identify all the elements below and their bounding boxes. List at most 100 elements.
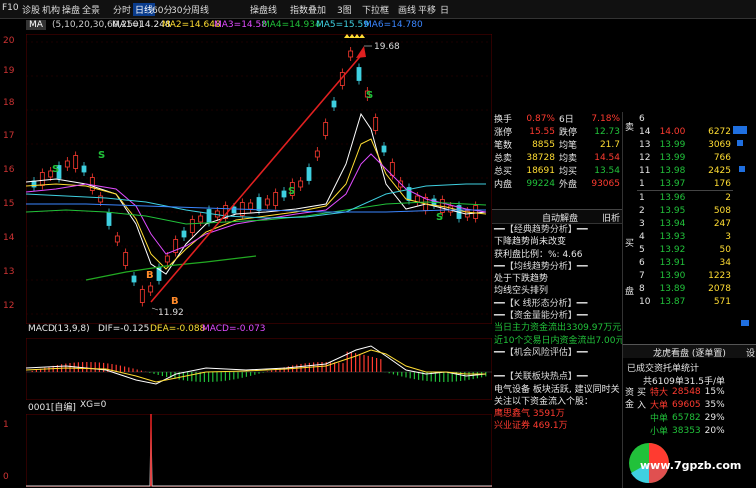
price-tick: 12 (3, 301, 15, 311)
ob-index: 2 (639, 205, 645, 216)
ob-volume: 50 (719, 244, 731, 255)
orderbook-row[interactable]: 14 14.00 6272 (637, 125, 733, 138)
tool-panorama[interactable]: 全景 (82, 3, 100, 16)
candle (81, 165, 87, 173)
orderbook-row[interactable]: 12 13.99 766 (637, 151, 733, 164)
stats-row: 内盘 99224 外盘 93065 (492, 177, 622, 191)
orderbook-row[interactable]: 1 13.96 2 (637, 191, 733, 205)
orderbook-row[interactable]: 3 13.94 247 (637, 217, 733, 230)
dragon-label: 特大 (650, 388, 669, 398)
ma-bar: MA (5,10,20,30,60,250) MA1=14.248 MA2=14… (26, 20, 496, 34)
ob-volume: 6272 (708, 126, 731, 137)
dragon-row: 入大单 69605 35% (635, 398, 727, 412)
ob-price: 13.87 (659, 296, 686, 307)
tab-intraday[interactable]: 分时 (113, 3, 131, 16)
ob-price: 13.97 (659, 178, 686, 189)
ob-volume-bar (733, 126, 747, 134)
stats-row: 总卖 38728 均卖 14.54 (492, 151, 622, 165)
auto-analysis-title[interactable]: 自动解盘 (542, 211, 578, 224)
tab-60min[interactable]: 60分 (152, 3, 172, 16)
tool-operate-line[interactable]: 操盘线 (250, 3, 277, 16)
tool-institution[interactable]: 机构 (42, 3, 60, 16)
macd-header: MACD (13,9,8) DIF=-0.125 DEA=-0.088 MACD… (26, 324, 492, 338)
orderbook-row[interactable]: 1 13.97 176 (637, 177, 733, 191)
macd-title[interactable]: MACD (28, 324, 55, 334)
orderbook-panel: 卖 买 盘 6 14 14.00 6272 13 13.99 3069 12 13.99 7… (622, 112, 756, 344)
dragon-side (635, 424, 648, 437)
indicator-title[interactable]: 0001[自编] (28, 400, 76, 413)
tool-dropdown[interactable]: 下拉框 (362, 3, 389, 16)
dragon-volume: 65782 (672, 412, 701, 423)
orderbook-row[interactable]: 6 (637, 112, 733, 125)
orderbook-row[interactable]: 5 13.92 50 (637, 243, 733, 256)
candle (473, 205, 479, 219)
orderbook-row[interactable]: 8 13.89 2078 (637, 282, 733, 295)
tool-f10[interactable]: F10 (2, 3, 19, 13)
candle (298, 180, 304, 188)
low-label: 11.92 (158, 308, 184, 318)
dragon-percent: 15% (704, 386, 725, 397)
ob-price: 13.92 (659, 244, 686, 255)
ob-index: 6 (639, 113, 645, 124)
ma-selector[interactable]: MA (26, 20, 46, 30)
ob-volume-bar (741, 320, 749, 326)
stats-row: 换手 0.87% 6日 7.18% (492, 112, 622, 126)
orderbook-row[interactable]: 10 13.87 571 (637, 295, 733, 308)
tool-draw[interactable]: 画线 (398, 3, 416, 16)
stats-label: 均卖 (558, 154, 577, 164)
candle (264, 198, 270, 206)
orderbook-row[interactable]: 11 13.98 2425 (637, 164, 733, 177)
dragon-title[interactable]: 龙虎看盘 (逐单置) (653, 346, 726, 359)
tool-pan[interactable]: 平移 (418, 3, 436, 16)
tool-3charts[interactable]: 3图 (337, 3, 352, 16)
section-title: ━━【经典趋势分析】━━ (494, 225, 588, 235)
orderbook-row[interactable]: 6 13.91 34 (637, 256, 733, 269)
price-tick: 19 (3, 66, 15, 76)
stats-label: 总卖 (494, 154, 513, 164)
candle (273, 192, 279, 206)
sell-signal: S (52, 164, 59, 175)
tab-weekly[interactable]: 周线 (191, 3, 209, 16)
auto-analysis-tab[interactable]: 旧析 (602, 211, 620, 224)
stats-panel: 换手 0.87% 6日 7.18% 涨停 15.55 跌停 12.73 笔数 8855 均笔 21… (492, 112, 622, 209)
orderbook-row[interactable]: 2 13.95 508 (637, 204, 733, 217)
dragon-table: 买特大 28548 15% 入大单 69605 35% 中单 65782 29% 小单 383… (635, 385, 727, 438)
stats-value: 8855 (532, 139, 555, 150)
ob-index: 5 (639, 244, 645, 255)
candle (256, 197, 262, 211)
stats-value: 15.55 (529, 126, 555, 137)
ob-volume: 766 (713, 152, 731, 163)
stats-label: 跌停 (558, 128, 577, 138)
dragon-percent: 35% (704, 399, 725, 410)
ob-index: 8 (639, 283, 645, 294)
ob-price: 13.95 (659, 205, 686, 216)
macd-dea: DEA=-0.088 (150, 324, 206, 334)
candle (114, 235, 120, 243)
top-toolbar: F10 诊股 机构 操盘 全景 分时 日线 60分 30分 周线 操盘线 指数叠… (0, 0, 756, 19)
kline-chart[interactable]: 19.68 11.92 S S S S S B B (26, 34, 492, 324)
indicator-chart[interactable] (26, 414, 492, 487)
macd-dif: DIF=-0.125 (98, 324, 150, 334)
tool-index-overlay[interactable]: 指数叠加 (290, 3, 326, 16)
candle (39, 172, 45, 186)
tab-30min[interactable]: 30分 (171, 3, 191, 16)
ob-volume (697, 112, 733, 125)
stats-label: 均买 (558, 167, 577, 177)
orderbook-row[interactable]: 4 13.93 3 (637, 230, 733, 243)
orderbook-row[interactable]: 13 13.99 3069 (637, 138, 733, 151)
tool-operate[interactable]: 操盘 (62, 3, 80, 16)
stats-value: 7.18% (591, 113, 620, 124)
tool-day[interactable]: 日 (440, 3, 449, 16)
stats-label: 6日 (558, 115, 574, 125)
price-tick: 13 (3, 267, 15, 277)
dragon-subtitle: 已成交资托单统计 (627, 364, 700, 374)
ob-index: 1 (639, 192, 645, 203)
dragon-tab[interactable]: 设 (746, 346, 755, 359)
tool-diagnose[interactable]: 诊股 (22, 3, 40, 16)
analysis-text: 下降趋势尚未改变 (494, 237, 567, 248)
dragon-volume: 69605 (672, 399, 701, 410)
orderbook-row[interactable]: 7 13.90 1223 (637, 269, 733, 282)
stats-label: 均笔 (558, 141, 577, 151)
macd-chart[interactable] (26, 338, 492, 400)
dragon-row: 买特大 28548 15% (635, 385, 727, 399)
